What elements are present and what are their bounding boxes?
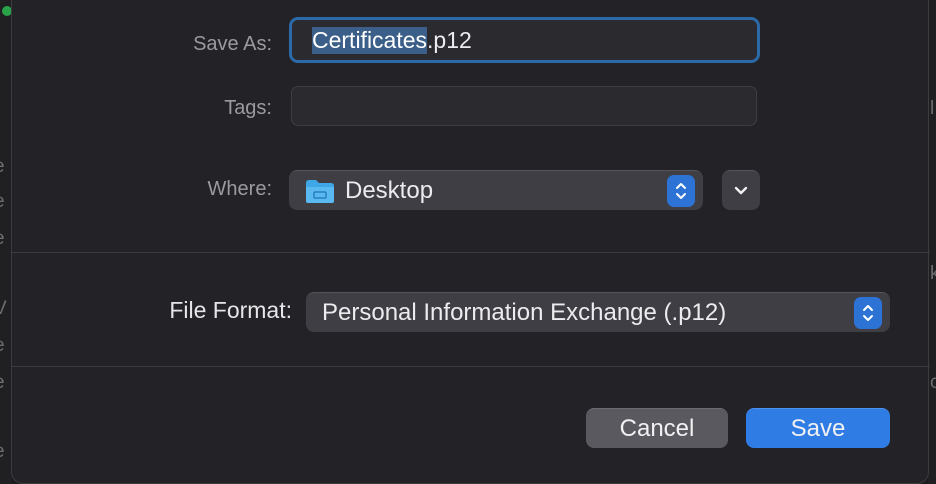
divider xyxy=(12,366,930,367)
where-value: Desktop xyxy=(345,177,434,204)
up-down-chevron-icon xyxy=(667,175,695,207)
background-text: i xyxy=(0,406,10,428)
background-text: e xyxy=(0,335,10,357)
expand-button[interactable] xyxy=(722,170,760,210)
up-down-chevron-icon xyxy=(854,297,882,329)
background-text: e xyxy=(0,191,10,213)
save-as-label: Save As: xyxy=(193,33,272,55)
background-text: k xyxy=(930,263,936,284)
file-format-popup[interactable]: Personal Information Exchange (.p12) xyxy=(306,292,890,332)
chevron-down-icon xyxy=(733,185,749,197)
filename-selected-text: Certificates xyxy=(312,26,428,54)
divider xyxy=(12,252,930,253)
background-text: e xyxy=(0,228,10,250)
save-button[interactable]: Save xyxy=(746,408,890,448)
folder-icon xyxy=(305,178,335,209)
file-format-value: Personal Information Exchange (.p12) xyxy=(322,299,727,326)
background-text: e xyxy=(0,441,10,463)
background-text: e xyxy=(0,372,10,394)
background-text: i xyxy=(0,263,10,285)
file-format-label: File Format: xyxy=(169,297,292,323)
background-window-right: l k c xyxy=(928,0,936,484)
background-text: c xyxy=(930,372,936,393)
background-text: V xyxy=(0,298,7,319)
background-text: l xyxy=(930,98,935,119)
where-label: Where: xyxy=(207,178,272,200)
filename-extension: .p12 xyxy=(427,26,472,53)
background-text: e xyxy=(0,156,10,178)
filename-input[interactable]: Certificates .p12 xyxy=(289,17,760,63)
save-dialog: Save As: Certificates .p12 Tags: Where: D… xyxy=(11,0,930,484)
where-popup[interactable]: Desktop xyxy=(289,170,703,210)
cancel-button[interactable]: Cancel xyxy=(586,408,728,448)
tags-input[interactable] xyxy=(291,86,757,126)
tags-label: Tags: xyxy=(224,97,272,119)
